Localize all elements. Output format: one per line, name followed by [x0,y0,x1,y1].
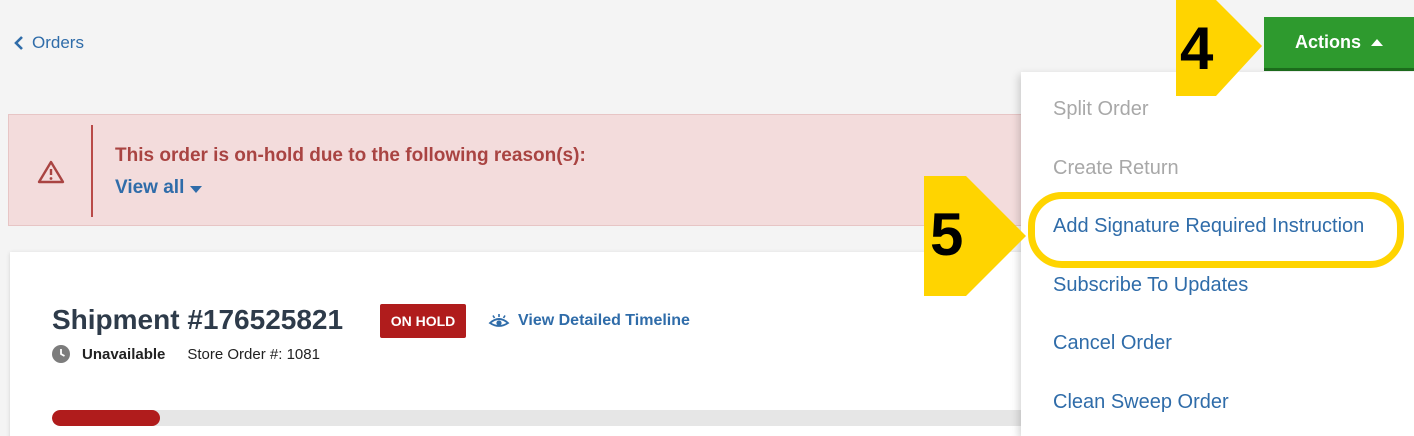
shipment-progress-bar [52,410,1032,426]
actions-button-label: Actions [1294,32,1361,52]
warning-icon [37,160,65,184]
alert-message: This order is on-hold due to the followi… [115,145,586,166]
menu-item-cancel-order[interactable]: Cancel Order [1053,332,1172,355]
view-all-reasons-link[interactable]: View all [115,177,203,199]
clock-icon [52,345,70,363]
shipment-meta: Unavailable Store Order #: 1081 [52,345,320,363]
chevron-left-icon [14,36,23,50]
actions-button[interactable]: Actions [1264,17,1414,71]
timeline-link-label: View Detailed Timeline [518,312,690,329]
on-hold-alert: This order is on-hold due to the followi… [8,114,1028,226]
caret-down-icon [190,186,203,193]
menu-item-clean-sweep[interactable]: Clean Sweep Order [1053,391,1229,414]
shipment-title: Shipment #176525821 [52,304,344,335]
view-all-label: View all [115,177,185,198]
store-order-number: Store Order #: 1081 [187,345,320,363]
status-badge: ON HOLD [380,304,466,338]
progress-fill [52,410,160,426]
back-link-label: Orders [32,33,84,52]
eye-icon [488,314,510,327]
step-4-number: 4 [1180,15,1214,82]
view-timeline-link[interactable]: View Detailed Timeline [488,312,690,330]
alert-divider [91,125,93,217]
back-to-orders-link[interactable]: Orders [14,33,84,53]
menu-item-subscribe-updates[interactable]: Subscribe To Updates [1053,274,1248,297]
step-5-number: 5 [930,201,964,268]
shipment-card: Shipment #176525821 ON HOLD View Detaile… [10,252,1040,436]
menu-item-create-return: Create Return [1053,157,1179,179]
caret-up-icon [1371,39,1383,46]
highlight-ring [1028,192,1404,268]
menu-item-split-order: Split Order [1053,98,1149,120]
delivery-status: Unavailable [82,345,166,363]
